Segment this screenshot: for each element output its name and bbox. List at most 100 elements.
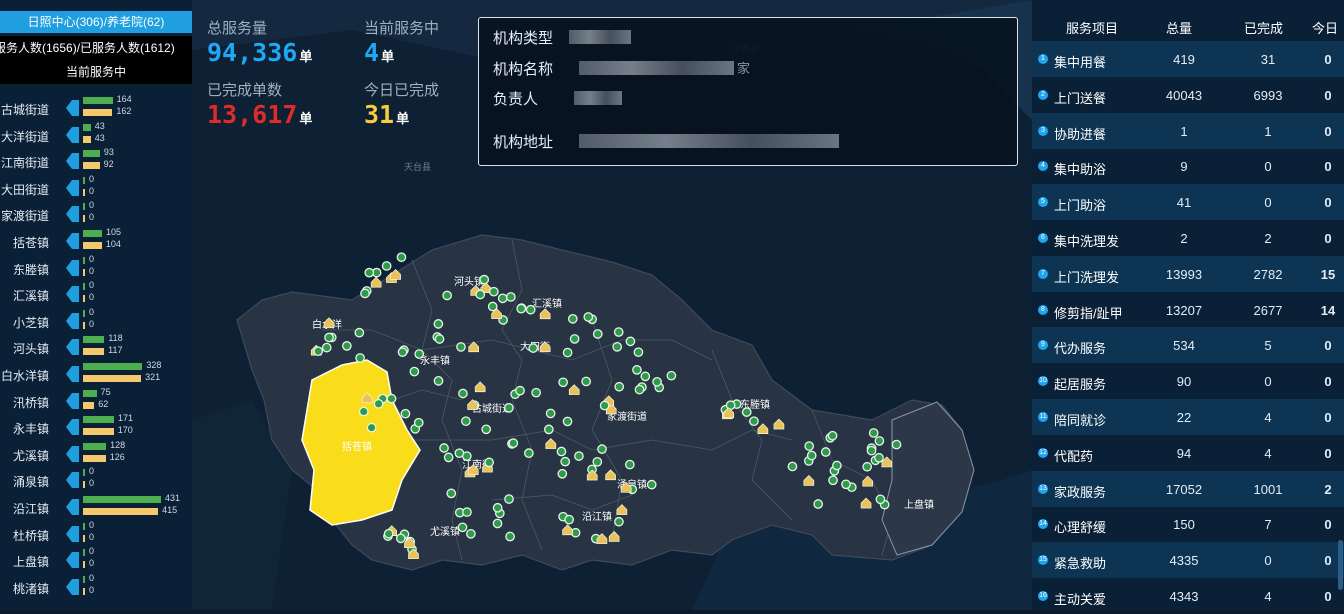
day-center-marker-icon[interactable] bbox=[574, 451, 584, 461]
street-item[interactable]: 沿江镇 431 415 bbox=[0, 493, 192, 520]
day-center-marker-icon[interactable] bbox=[505, 531, 515, 542]
day-center-marker-icon[interactable] bbox=[354, 327, 365, 338]
day-center-marker-icon[interactable] bbox=[592, 456, 603, 467]
street-item[interactable]: 白水洋镇 328 321 bbox=[0, 360, 192, 387]
street-item[interactable]: 小芝镇 0 0 bbox=[0, 307, 192, 334]
service-row[interactable]: 16 主动关爱 4343 4 0 bbox=[1032, 578, 1344, 614]
day-center-marker-icon[interactable] bbox=[832, 460, 842, 471]
day-center-marker-icon[interactable] bbox=[324, 332, 334, 343]
service-row[interactable]: 9 代办服务 534 5 0 bbox=[1032, 327, 1344, 364]
day-center-marker-icon[interactable] bbox=[891, 439, 902, 450]
street-item[interactable]: 尤溪镇 128 126 bbox=[0, 440, 192, 467]
day-center-marker-icon[interactable] bbox=[545, 408, 556, 419]
street-item[interactable]: 汛桥镇 75 62 bbox=[0, 387, 192, 414]
day-center-marker-icon[interactable] bbox=[749, 416, 759, 427]
day-center-marker-icon[interactable] bbox=[613, 327, 624, 337]
day-center-marker-icon[interactable] bbox=[525, 304, 536, 315]
day-center-marker-icon[interactable] bbox=[383, 528, 394, 539]
street-item[interactable]: 古城街道 164 162 bbox=[0, 94, 192, 121]
day-center-marker-icon[interactable] bbox=[508, 438, 519, 449]
day-center-marker-icon[interactable] bbox=[820, 447, 831, 457]
day-center-marker-icon[interactable] bbox=[488, 286, 499, 297]
day-center-marker-icon[interactable] bbox=[479, 274, 490, 285]
day-center-marker-icon[interactable] bbox=[457, 522, 468, 533]
day-center-marker-icon[interactable] bbox=[439, 443, 449, 453]
day-center-marker-icon[interactable] bbox=[787, 461, 798, 472]
day-center-marker-icon[interactable] bbox=[806, 450, 817, 461]
day-center-marker-icon[interactable] bbox=[862, 461, 873, 472]
day-center-marker-icon[interactable] bbox=[841, 479, 851, 490]
day-center-marker-icon[interactable] bbox=[827, 430, 838, 441]
day-center-marker-icon[interactable] bbox=[456, 342, 466, 352]
day-center-marker-icon[interactable] bbox=[492, 502, 503, 513]
day-center-marker-icon[interactable] bbox=[515, 385, 525, 396]
day-center-marker-icon[interactable] bbox=[556, 446, 567, 457]
day-center-marker-icon[interactable] bbox=[492, 518, 503, 529]
day-center-marker-icon[interactable] bbox=[868, 428, 879, 438]
day-center-marker-icon[interactable] bbox=[614, 381, 625, 392]
institution-info-popup[interactable]: 机构类型 机构名称 家 负责人 机构地址 bbox=[478, 17, 1018, 166]
day-center-marker-icon[interactable] bbox=[516, 303, 527, 314]
day-center-marker-icon[interactable] bbox=[462, 507, 472, 517]
day-center-marker-icon[interactable] bbox=[360, 288, 370, 299]
day-center-marker-icon[interactable] bbox=[612, 341, 623, 352]
day-center-marker-icon[interactable] bbox=[813, 499, 824, 509]
day-center-marker-icon[interactable] bbox=[581, 376, 592, 387]
day-center-marker-icon[interactable] bbox=[725, 400, 736, 411]
day-center-marker-icon[interactable] bbox=[433, 319, 444, 329]
street-item[interactable]: 括苍镇 105 104 bbox=[0, 227, 192, 254]
day-center-marker-icon[interactable] bbox=[505, 292, 516, 302]
day-center-marker-icon[interactable] bbox=[625, 336, 636, 347]
tab-current-service[interactable]: 当前服务中 bbox=[0, 60, 192, 84]
day-center-marker-icon[interactable] bbox=[475, 289, 486, 300]
street-item[interactable]: 杜桥镇 0 0 bbox=[0, 520, 192, 547]
day-center-marker-icon[interactable] bbox=[528, 343, 539, 353]
day-center-marker-icon[interactable] bbox=[562, 347, 573, 358]
day-center-marker-icon[interactable] bbox=[874, 452, 884, 463]
day-center-marker-icon[interactable] bbox=[567, 314, 578, 324]
day-center-marker-icon[interactable] bbox=[481, 424, 492, 435]
service-row[interactable]: 11 陪同就诊 22 4 0 bbox=[1032, 399, 1344, 435]
day-center-marker-icon[interactable] bbox=[557, 468, 568, 479]
day-center-marker-icon[interactable] bbox=[462, 451, 472, 461]
service-row[interactable]: 3 协助进餐 1 1 0 bbox=[1032, 112, 1344, 149]
day-center-marker-icon[interactable] bbox=[874, 436, 885, 446]
day-center-marker-icon[interactable] bbox=[543, 424, 554, 435]
service-row[interactable]: 14 心理舒缓 150 7 0 bbox=[1032, 506, 1344, 542]
street-item[interactable]: 永丰镇 171 170 bbox=[0, 413, 192, 440]
service-row[interactable]: 4 集中助浴 9 0 0 bbox=[1032, 148, 1344, 184]
day-center-marker-icon[interactable] bbox=[504, 494, 514, 504]
service-row[interactable]: 6 集中洗理发 2 2 0 bbox=[1032, 220, 1344, 256]
street-item[interactable]: 上盘镇 0 0 bbox=[0, 546, 192, 573]
day-center-marker-icon[interactable] bbox=[562, 416, 573, 427]
day-center-marker-icon[interactable] bbox=[614, 516, 624, 527]
day-center-marker-icon[interactable] bbox=[442, 290, 452, 301]
day-center-marker-icon[interactable] bbox=[828, 475, 838, 486]
day-center-marker-icon[interactable] bbox=[341, 341, 352, 351]
day-center-marker-icon[interactable] bbox=[466, 528, 476, 539]
service-row[interactable]: 10 起居服务 90 0 0 bbox=[1032, 363, 1344, 399]
day-center-marker-icon[interactable] bbox=[632, 365, 642, 375]
day-center-marker-icon[interactable] bbox=[569, 334, 580, 344]
service-row[interactable]: 7 上门洗理发 13993 2782 15 bbox=[1032, 255, 1344, 292]
day-center-marker-icon[interactable] bbox=[461, 416, 471, 427]
day-center-marker-icon[interactable] bbox=[504, 403, 514, 413]
day-center-marker-icon[interactable] bbox=[558, 377, 568, 388]
day-center-marker-icon[interactable] bbox=[366, 422, 377, 433]
day-center-marker-icon[interactable] bbox=[592, 329, 603, 339]
day-center-marker-icon[interactable] bbox=[634, 384, 645, 395]
service-row[interactable]: 8 修剪指/趾甲 13207 2677 14 bbox=[1032, 292, 1344, 328]
day-center-marker-icon[interactable] bbox=[396, 252, 407, 263]
day-center-marker-icon[interactable] bbox=[321, 342, 332, 353]
day-center-marker-icon[interactable] bbox=[355, 353, 365, 363]
day-center-marker-icon[interactable] bbox=[358, 406, 369, 417]
day-center-marker-icon[interactable] bbox=[446, 488, 457, 499]
tab-center-count[interactable]: 日照中心(306)/养老院(62) bbox=[0, 11, 192, 33]
day-center-marker-icon[interactable] bbox=[395, 533, 406, 544]
day-center-marker-icon[interactable] bbox=[624, 459, 635, 470]
day-center-marker-icon[interactable] bbox=[666, 370, 677, 381]
service-row[interactable]: 13 家政服务 17052 1001 2 bbox=[1032, 470, 1344, 507]
day-center-marker-icon[interactable] bbox=[397, 347, 408, 357]
street-item[interactable]: 大洋街道 43 43 bbox=[0, 121, 192, 148]
service-row[interactable]: 2 上门送餐 40043 6993 0 bbox=[1032, 77, 1344, 113]
